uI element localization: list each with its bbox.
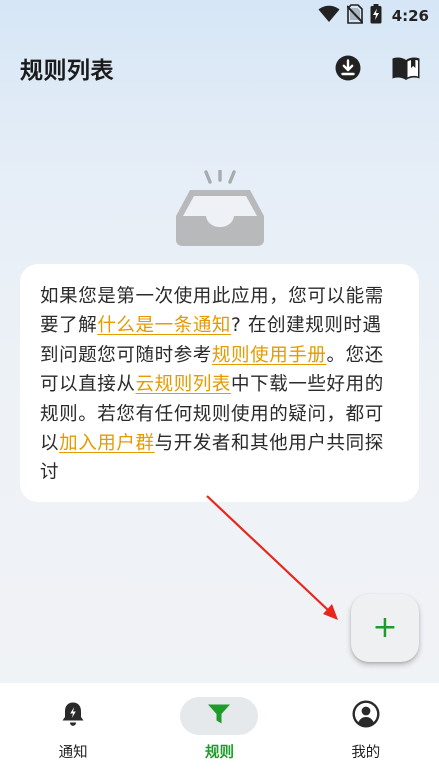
manual-book-icon[interactable] — [391, 53, 421, 83]
nav-item-profile[interactable]: 我的 — [293, 683, 439, 780]
nav-icon-container — [327, 697, 405, 735]
add-rule-button[interactable]: + — [351, 594, 419, 662]
nav-item-rules[interactable]: 规则 — [146, 683, 292, 780]
nav-item-notifications[interactable]: 通知 — [0, 683, 146, 780]
info-card: 如果您是第一次使用此应用，您可以能需要了解什么是一条通知? 在创建规则时遇到问题… — [20, 264, 419, 502]
rule-manual-link[interactable]: 规则使用手册 — [212, 345, 327, 366]
app-bar: 规则列表 — [0, 40, 439, 96]
status-time: 4:26 — [391, 7, 429, 25]
download-icon[interactable] — [333, 53, 363, 83]
nav-label: 我的 — [351, 745, 381, 761]
wifi-icon — [318, 5, 340, 27]
nav-icon-container — [180, 697, 259, 735]
empty-inbox-icon — [172, 168, 268, 248]
info-text: 如果您是第一次使用此应用，您可以能需要了解什么是一条通知? 在创建规则时遇到问题… — [40, 282, 399, 488]
battery-charging-icon — [370, 4, 382, 28]
page-title: 规则列表 — [20, 58, 114, 84]
account-icon — [352, 700, 380, 732]
what-is-notification-link[interactable]: 什么是一条通知 — [97, 315, 231, 336]
bell-icon — [61, 701, 85, 731]
nav-icon-container — [34, 697, 112, 735]
join-user-group-link[interactable]: 加入用户群 — [59, 433, 155, 454]
status-bar: 4:26 — [0, 0, 439, 32]
nav-label: 通知 — [58, 745, 88, 761]
cloud-rule-list-link[interactable]: 云规则列表 — [136, 374, 232, 395]
nav-label: 规则 — [204, 745, 234, 761]
add-icon: + — [372, 610, 398, 645]
app-bar-actions — [333, 53, 421, 83]
filter-icon — [207, 703, 231, 729]
no-sim-icon — [345, 4, 364, 28]
bottom-nav: 通知 规则 我的 — [0, 683, 439, 780]
